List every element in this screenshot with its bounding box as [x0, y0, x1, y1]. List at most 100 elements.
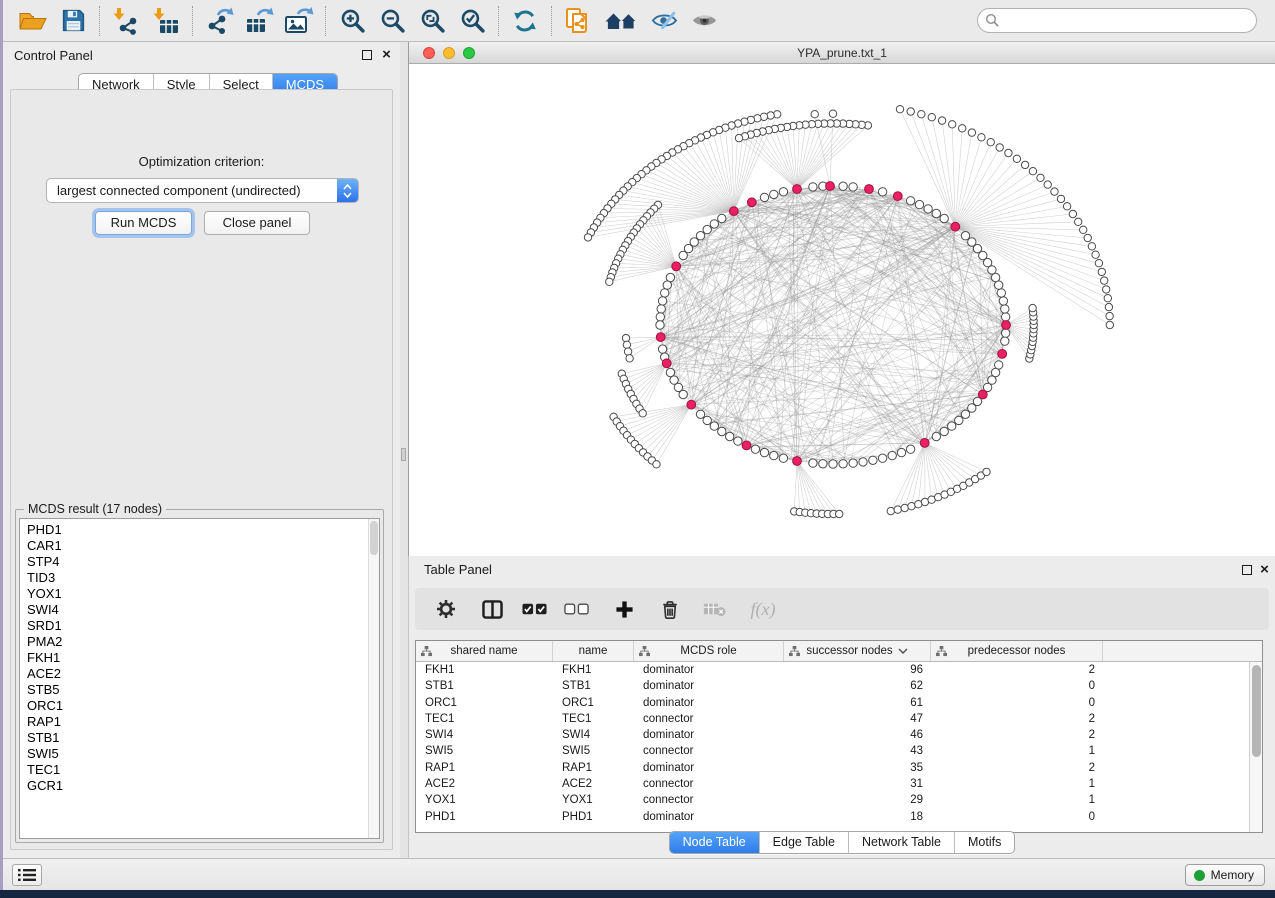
mcds-result-item[interactable]: SRD1: [20, 618, 379, 634]
memory-button[interactable]: Memory: [1185, 864, 1265, 886]
window-close-icon[interactable]: [423, 47, 435, 59]
import-table-button[interactable]: [146, 3, 186, 39]
network-mcds-node[interactable]: [1002, 321, 1011, 330]
network-node[interactable]: [751, 445, 759, 453]
network-node[interactable]: [1001, 337, 1009, 345]
table-row[interactable]: TEC1TEC1connector472: [416, 711, 1262, 727]
network-mcds-node[interactable]: [687, 400, 696, 409]
network-node[interactable]: [878, 454, 886, 462]
network-node[interactable]: [703, 225, 711, 233]
network-node[interactable]: [1057, 195, 1064, 202]
close-panel-action-button[interactable]: Close panel: [204, 211, 310, 235]
show-columns-button[interactable]: [475, 591, 509, 627]
add-column-button[interactable]: [607, 591, 641, 627]
network-node[interactable]: [1002, 313, 1010, 321]
mcds-result-item[interactable]: PHD1: [20, 522, 379, 538]
network-node[interactable]: [696, 410, 704, 418]
network-node[interactable]: [1069, 210, 1076, 217]
network-node[interactable]: [894, 506, 901, 513]
network-node[interactable]: [624, 348, 631, 355]
network-node[interactable]: [897, 448, 905, 456]
network-node[interactable]: [932, 209, 940, 217]
export-network-button[interactable]: [199, 3, 239, 39]
network-node[interactable]: [819, 460, 827, 468]
table-settings-button[interactable]: [429, 591, 463, 627]
mcds-result-item[interactable]: ACE2: [20, 666, 379, 682]
network-node[interactable]: [906, 445, 914, 453]
network-node[interactable]: [658, 297, 666, 305]
network-node[interactable]: [1044, 181, 1051, 188]
network-node[interactable]: [1002, 329, 1010, 337]
table-row[interactable]: SWI4SWI4dominator462: [416, 727, 1262, 743]
table-row[interactable]: STB1STB1dominator620: [416, 678, 1262, 694]
network-mcds-node[interactable]: [998, 350, 1007, 359]
mcds-result-item[interactable]: TEC1: [20, 762, 379, 778]
hide-selected-button[interactable]: [644, 3, 684, 39]
network-node[interactable]: [983, 468, 990, 475]
close-panel-button[interactable]: ×: [380, 48, 393, 61]
network-mcds-node[interactable]: [893, 192, 902, 201]
network-node[interactable]: [959, 125, 966, 132]
network-mcds-node[interactable]: [662, 359, 671, 368]
table-row[interactable]: PHD1PHD1dominator180: [416, 809, 1262, 825]
network-node[interactable]: [661, 289, 669, 297]
network-node[interactable]: [968, 238, 976, 246]
network-node[interactable]: [888, 451, 896, 459]
tab-network-table[interactable]: Network Table: [849, 832, 955, 853]
network-node[interactable]: [999, 297, 1007, 305]
network-node[interactable]: [1063, 203, 1070, 210]
network-node[interactable]: [1001, 305, 1009, 313]
network-node[interactable]: [1095, 260, 1102, 267]
network-node[interactable]: [878, 188, 886, 196]
network-node[interactable]: [961, 410, 969, 418]
network-node[interactable]: [924, 205, 932, 213]
tab-motifs[interactable]: Motifs: [955, 832, 1014, 853]
task-history-button[interactable]: [12, 864, 42, 886]
table-scrollbar[interactable]: [1249, 662, 1262, 832]
tab-edge-table[interactable]: Edge Table: [760, 832, 849, 853]
column-header-MCDS-role[interactable]: MCDS role: [634, 641, 784, 661]
network-node[interactable]: [779, 188, 787, 196]
mcds-result-item[interactable]: SWI5: [20, 746, 379, 762]
column-header-name[interactable]: name: [553, 641, 634, 661]
network-node[interactable]: [978, 134, 985, 141]
network-node[interactable]: [961, 232, 969, 240]
table-row[interactable]: ACE2ACE2connector311: [416, 776, 1262, 792]
run-mcds-button[interactable]: Run MCDS: [95, 211, 192, 235]
network-node[interactable]: [1103, 286, 1110, 293]
mcds-result-item[interactable]: PMA2: [20, 634, 379, 650]
mcds-result-item[interactable]: TID3: [20, 570, 379, 586]
network-node[interactable]: [1088, 243, 1095, 250]
mcds-result-item[interactable]: RAP1: [20, 714, 379, 730]
network-node[interactable]: [1051, 188, 1058, 195]
mcds-result-item[interactable]: GCR1: [20, 778, 379, 794]
table-row[interactable]: ORC1ORC1dominator610: [416, 695, 1262, 711]
float-panel-button[interactable]: [360, 48, 373, 61]
network-node[interactable]: [666, 368, 674, 376]
network-node[interactable]: [839, 460, 847, 468]
network-node[interactable]: [1037, 174, 1044, 181]
mcds-result-item[interactable]: YOX1: [20, 586, 379, 602]
network-node[interactable]: [770, 451, 778, 459]
network-node[interactable]: [1005, 149, 1012, 156]
network-node[interactable]: [991, 273, 999, 281]
network-node[interactable]: [1029, 168, 1036, 175]
mcds-result-item[interactable]: STB5: [20, 682, 379, 698]
network-node[interactable]: [734, 437, 742, 445]
network-node[interactable]: [1106, 321, 1113, 328]
mcds-result-item[interactable]: STP4: [20, 554, 379, 570]
close-table-panel-button[interactable]: ×: [1258, 563, 1271, 576]
table-row[interactable]: YOX1YOX1connector291: [416, 792, 1262, 808]
duplicate-network-button[interactable]: [558, 3, 598, 39]
network-node[interactable]: [1101, 277, 1108, 284]
mcds-result-item[interactable]: SWI4: [20, 602, 379, 618]
window-zoom-icon[interactable]: [463, 47, 475, 59]
network-mcds-node[interactable]: [920, 439, 929, 448]
zoom-selected-button[interactable]: [452, 3, 492, 39]
network-mcds-node[interactable]: [793, 457, 802, 466]
network-node[interactable]: [859, 458, 867, 466]
network-node[interactable]: [997, 289, 1005, 297]
network-node[interactable]: [718, 214, 726, 222]
column-header-shared-name[interactable]: shared name: [416, 641, 553, 661]
network-node[interactable]: [1098, 268, 1105, 275]
